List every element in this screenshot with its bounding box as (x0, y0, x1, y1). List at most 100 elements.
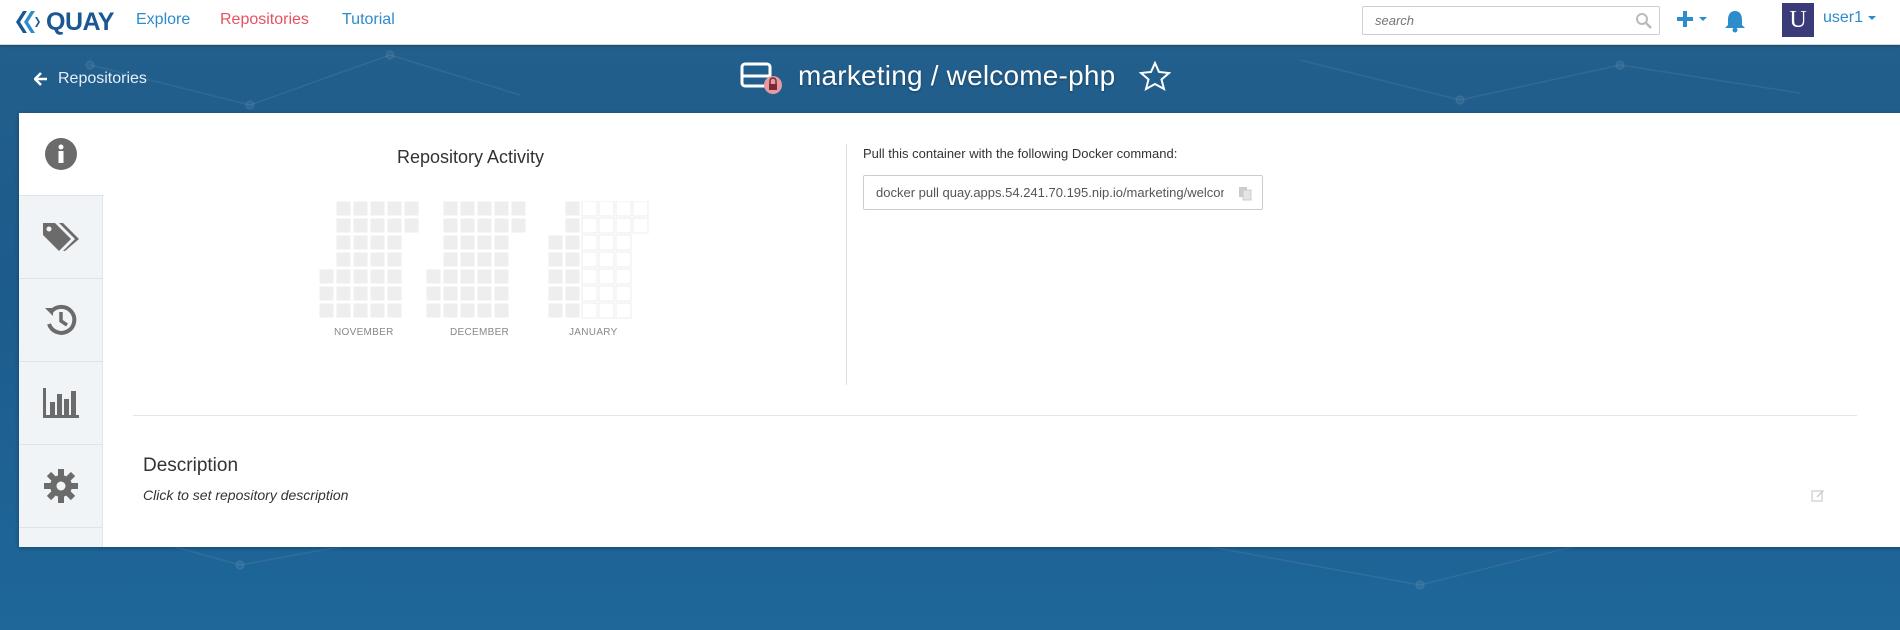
activity-day-cell (403, 201, 420, 217)
pull-command-box (863, 175, 1263, 210)
plus-icon (1677, 11, 1693, 27)
activity-day-cell (493, 268, 510, 285)
quay-logo-icon (16, 11, 40, 33)
activity-day-cell (369, 234, 386, 251)
activity-day-cell (581, 268, 598, 285)
activity-day-cell (369, 251, 386, 268)
activity-day-cell (581, 234, 598, 251)
activity-day-cell (386, 302, 403, 319)
activity-day-cell (547, 251, 564, 268)
activity-day-cell (598, 302, 615, 319)
search-box (1362, 6, 1660, 35)
activity-day-cell (319, 302, 335, 319)
edit-icon[interactable] (1811, 488, 1825, 502)
activity-day-cell (493, 285, 510, 302)
activity-day-cell (442, 302, 459, 319)
activity-day-cell (493, 302, 510, 319)
activity-day-cell (615, 302, 632, 319)
activity-day-cell (335, 268, 352, 285)
activity-day-cell (352, 251, 369, 268)
user-avatar[interactable]: U (1782, 3, 1814, 37)
star-icon[interactable] (1139, 61, 1171, 91)
activity-day-cell (369, 201, 386, 217)
activity-day-cell (476, 234, 493, 251)
arrow-left-icon (34, 72, 47, 86)
nav-tutorial[interactable]: Tutorial (342, 11, 395, 29)
chevron-down-icon (1699, 17, 1707, 21)
description-editor[interactable]: Click to set repository description (143, 487, 348, 503)
tags-icon (43, 223, 79, 251)
user-menu[interactable]: user1 (1823, 9, 1877, 27)
activity-day-cell (459, 234, 476, 251)
sidebar-item-tags[interactable] (19, 196, 103, 279)
activity-day-cell (632, 201, 649, 217)
activity-day-cell (564, 268, 581, 285)
pull-command-field[interactable] (864, 176, 1224, 209)
activity-day-cell (476, 201, 493, 217)
activity-day-cell (459, 217, 476, 234)
activity-day-cell (425, 268, 442, 285)
sidebar-item-history[interactable] (19, 279, 103, 362)
activity-day-cell (581, 302, 598, 319)
activity-day-cell (581, 285, 598, 302)
activity-day-cell (459, 251, 476, 268)
nav-repositories[interactable]: Repositories (220, 11, 309, 29)
activity-title: Repository Activity (397, 147, 545, 167)
activity-day-cell (493, 234, 510, 251)
notifications-bell-icon[interactable] (1724, 9, 1746, 33)
activity-day-cell (386, 217, 403, 234)
quay-logo[interactable]: QUAY (14, 8, 114, 36)
search-input[interactable] (1363, 7, 1623, 34)
gear-icon (44, 469, 78, 503)
pull-command-label: Pull this container with the following D… (863, 146, 1178, 161)
nav-explore[interactable]: Explore (136, 11, 190, 29)
activity-day-cell (476, 302, 493, 319)
activity-day-cell (335, 217, 352, 234)
activity-day-cell (352, 217, 369, 234)
create-new-button[interactable] (1676, 10, 1707, 28)
activity-day-cell (476, 251, 493, 268)
search-icon[interactable] (1635, 12, 1653, 30)
activity-day-cell (564, 201, 581, 217)
activity-day-cell (510, 201, 527, 217)
activity-day-cell (425, 285, 442, 302)
activity-day-cell (493, 217, 510, 234)
info-icon (45, 138, 77, 170)
sidebar-item-usage-logs[interactable] (19, 362, 103, 445)
activity-day-cell (442, 234, 459, 251)
activity-day-cell (335, 251, 352, 268)
activity-day-cell (547, 302, 564, 319)
activity-day-cell (598, 251, 615, 268)
top-navbar: QUAY Explore Repositories Tutorial U use… (0, 0, 1900, 45)
activity-day-cell (598, 201, 615, 217)
repo-title: marketing / welcome-php (798, 60, 1116, 91)
activity-day-cell (564, 251, 581, 268)
activity-day-cell (564, 234, 581, 251)
activity-day-cell (319, 268, 335, 285)
private-repo-icon (740, 62, 782, 94)
activity-day-cell (442, 268, 459, 285)
description-divider (133, 415, 1857, 416)
activity-day-cell (386, 285, 403, 302)
activity-day-cell (581, 251, 598, 268)
month-label: NOVEMBER (334, 327, 394, 338)
activity-day-cell (476, 268, 493, 285)
month-label: DECEMBER (450, 327, 510, 338)
activity-day-cell (459, 285, 476, 302)
repo-title-group: marketing / welcome-php (740, 58, 1115, 94)
section-divider (846, 144, 847, 385)
activity-day-cell (352, 285, 369, 302)
activity-day-cell (319, 285, 335, 302)
back-to-repositories-link[interactable]: Repositories (34, 70, 147, 88)
activity-day-cell (335, 302, 352, 319)
activity-day-cell (598, 217, 615, 234)
activity-day-cell (335, 285, 352, 302)
activity-day-cell (369, 285, 386, 302)
activity-day-cell (510, 217, 527, 234)
sidebar-item-settings[interactable] (19, 445, 103, 528)
copy-icon[interactable] (1238, 186, 1252, 201)
activity-day-cell (442, 217, 459, 234)
activity-day-cell (335, 201, 352, 217)
sidebar-item-info[interactable] (19, 113, 104, 196)
usage-chart-icon (43, 388, 79, 418)
